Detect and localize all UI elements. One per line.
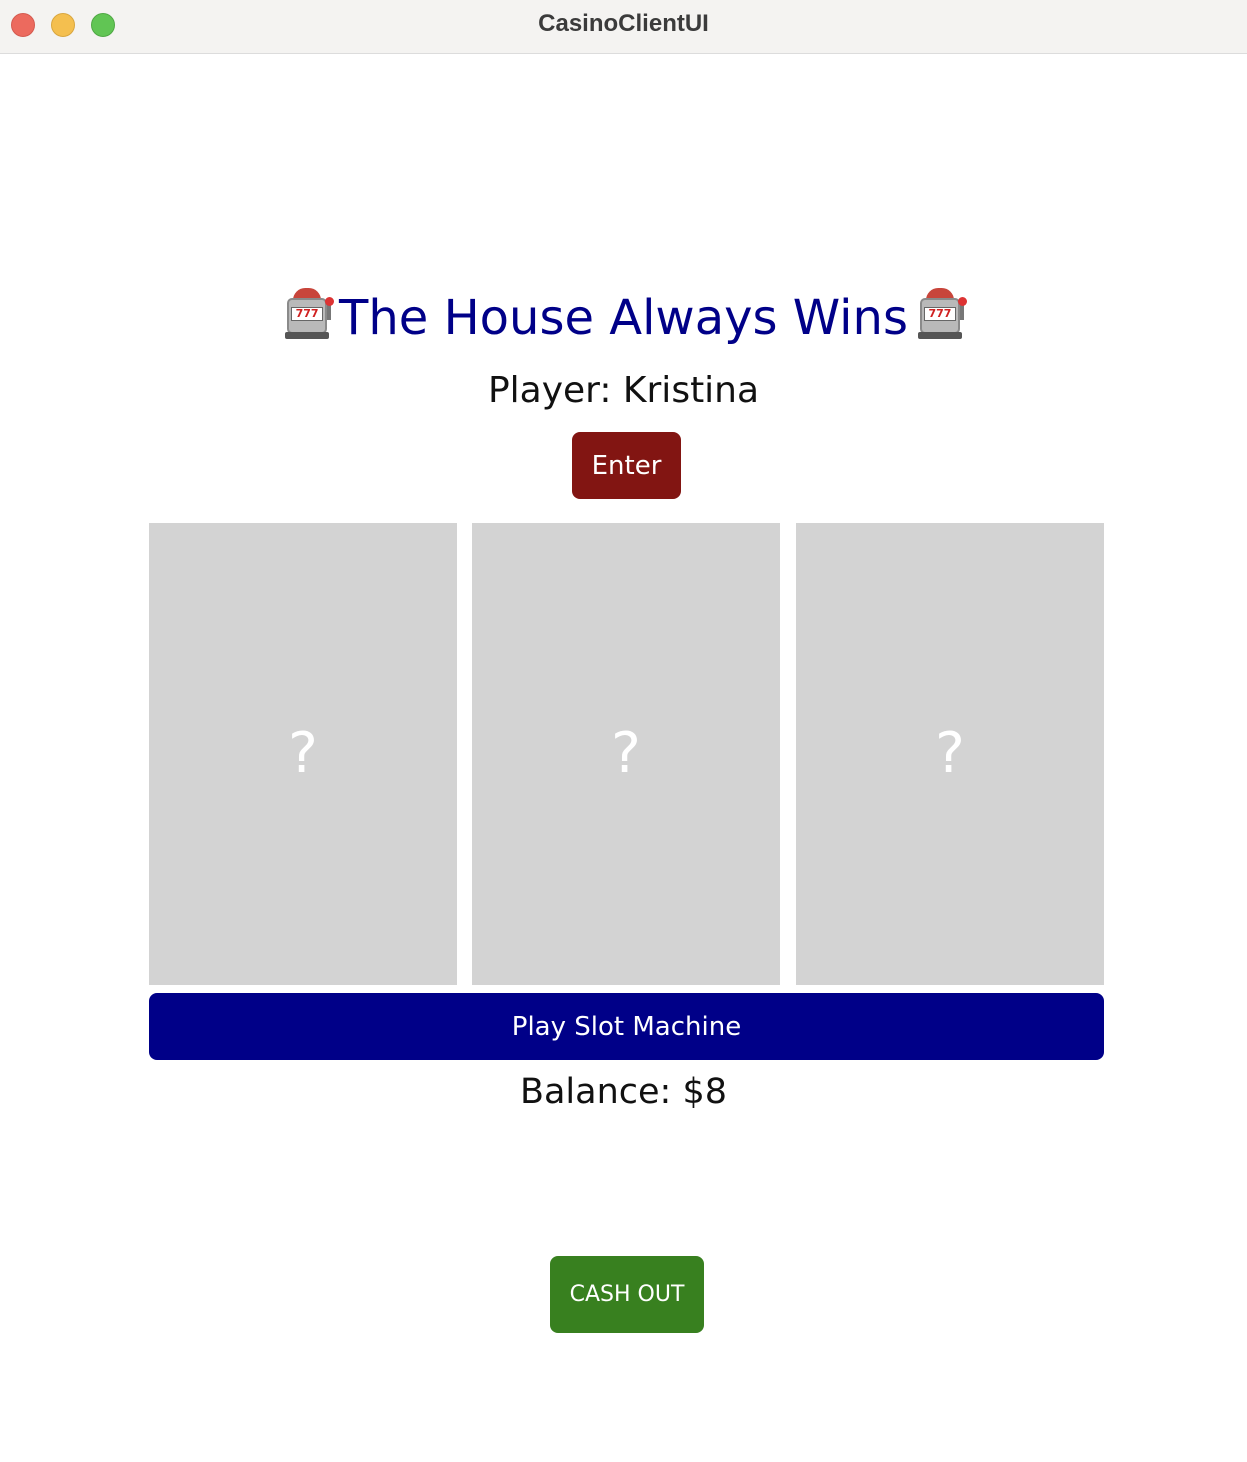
casino-main: 777 The House Always Wins 777 Player: Kr… [0, 54, 1247, 1462]
reel-symbol: ? [288, 721, 318, 786]
player-name-label: Player: Kristina [487, 370, 760, 411]
reel-symbol: ? [611, 721, 641, 786]
slot-machine-icon: 777 [283, 288, 335, 340]
slot-machine-icon: 777 [916, 288, 967, 340]
slot-reel-1: ? [149, 523, 457, 985]
page-title: 777 The House Always Wins 777 [0, 286, 1247, 350]
title-bar: CasinoClientUI [0, 0, 1247, 54]
window-title: CasinoClientUI [538, 10, 709, 37]
app-window: CasinoClientUI 777 The House Always Wins… [0, 0, 1247, 1462]
slot-reel-2: ? [472, 523, 780, 985]
reel-symbol: ? [935, 721, 965, 786]
play-slot-machine-button[interactable]: Play Slot Machine [149, 993, 1104, 1060]
cash-out-button[interactable]: CASH OUT [550, 1256, 704, 1333]
slot-reels: ? ? ? [149, 523, 1104, 985]
enter-button[interactable]: Enter [572, 432, 681, 499]
page-title-text: The House Always Wins [339, 290, 908, 346]
slot-reel-3: ? [796, 523, 1104, 985]
balance-label: Balance: $8 [519, 1072, 728, 1112]
